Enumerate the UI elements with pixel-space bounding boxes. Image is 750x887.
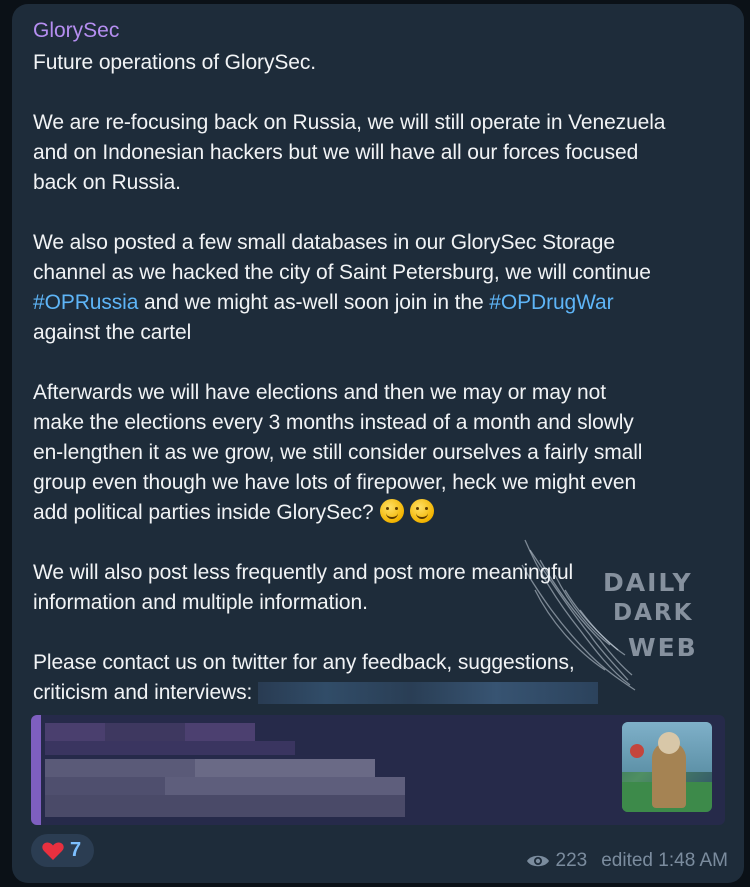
message-line: against the cartel bbox=[33, 318, 733, 348]
message-line: We are re-focusing back on Russia, we wi… bbox=[33, 108, 733, 138]
hashtag-link[interactable]: #OPRussia bbox=[33, 291, 138, 314]
hashtag-link[interactable]: #OPDrugWar bbox=[489, 291, 613, 314]
message-line: and on Indonesian hackers but we will ha… bbox=[33, 138, 733, 168]
redacted-block bbox=[45, 795, 405, 817]
eye-icon bbox=[526, 855, 549, 867]
message-line: group even though we have lots of firepo… bbox=[33, 468, 733, 498]
redacted-block bbox=[185, 723, 255, 741]
redacted-block bbox=[165, 777, 405, 795]
message-text: information and multiple information. bbox=[33, 591, 368, 614]
redacted-block bbox=[45, 777, 165, 795]
message-line: Please contact us on twitter for any fee… bbox=[33, 648, 733, 678]
message-line: back on Russia. bbox=[33, 168, 733, 198]
redacted-twitter-link[interactable] bbox=[258, 682, 599, 704]
message-line: make the elections every 3 months instea… bbox=[33, 408, 733, 438]
message-line: Future operations of GlorySec. bbox=[33, 48, 733, 78]
message-text: make the elections every 3 months instea… bbox=[33, 411, 634, 434]
message-text: Afterwards we will have elections and th… bbox=[33, 381, 606, 404]
message-text: We are re-focusing back on Russia, we wi… bbox=[33, 111, 666, 134]
message-line: en-lengthen it as we grow, we still cons… bbox=[33, 438, 733, 468]
message-text: We also posted a few small databases in … bbox=[33, 231, 615, 254]
redacted-block bbox=[195, 759, 375, 777]
preview-accent-bar bbox=[31, 715, 41, 825]
message-text: group even though we have lots of firepo… bbox=[33, 471, 637, 494]
message-text: Future operations of GlorySec. bbox=[33, 51, 316, 74]
message-text: criticism and interviews: bbox=[33, 681, 253, 704]
message-line: channel as we hacked the city of Saint P… bbox=[33, 258, 733, 288]
redacted-block bbox=[105, 723, 185, 741]
wink-emoji bbox=[409, 499, 434, 523]
message-text: and on Indonesian hackers but we will ha… bbox=[33, 141, 639, 164]
message-meta: 223 edited 1:48 AM bbox=[526, 849, 728, 873]
reaction-button[interactable]: 7 bbox=[31, 834, 94, 867]
message-body: Future operations of GlorySec. We are re-… bbox=[33, 48, 733, 708]
message-text: We will also post less frequently and po… bbox=[33, 561, 574, 584]
message-line: criticism and interviews: bbox=[33, 678, 733, 708]
rofl-emoji bbox=[379, 499, 404, 523]
message-line: We also posted a few small databases in … bbox=[33, 228, 733, 258]
edited-timestamp: edited 1:48 AM bbox=[601, 850, 728, 871]
message-text: channel as we hacked the city of Saint P… bbox=[33, 261, 651, 284]
message-line: #OPRussia and we might as-well soon join… bbox=[33, 288, 733, 318]
message-text: and we might as-well soon join in the bbox=[138, 291, 490, 314]
sender-name[interactable]: GlorySec bbox=[33, 19, 119, 43]
message-line: Afterwards we will have elections and th… bbox=[33, 378, 733, 408]
redacted-block bbox=[45, 759, 195, 777]
message-line: add political parties inside GlorySec? bbox=[33, 498, 733, 528]
message-text: add political parties inside GlorySec? bbox=[33, 501, 374, 524]
message-text: back on Russia. bbox=[33, 171, 181, 194]
redacted-block bbox=[45, 741, 295, 755]
message-text: against the cartel bbox=[33, 321, 192, 344]
link-preview[interactable] bbox=[31, 715, 725, 825]
redacted-block bbox=[45, 723, 105, 741]
reaction-count: 7 bbox=[70, 839, 82, 861]
message-line: We will also post less frequently and po… bbox=[33, 558, 733, 588]
message-text: en-lengthen it as we grow, we still cons… bbox=[33, 441, 643, 464]
message-text: Please contact us on twitter for any fee… bbox=[33, 651, 575, 674]
preview-thumbnail[interactable] bbox=[622, 722, 712, 812]
view-count: 223 bbox=[555, 850, 588, 871]
heart-icon bbox=[42, 842, 64, 860]
message-line: information and multiple information. bbox=[33, 588, 733, 618]
